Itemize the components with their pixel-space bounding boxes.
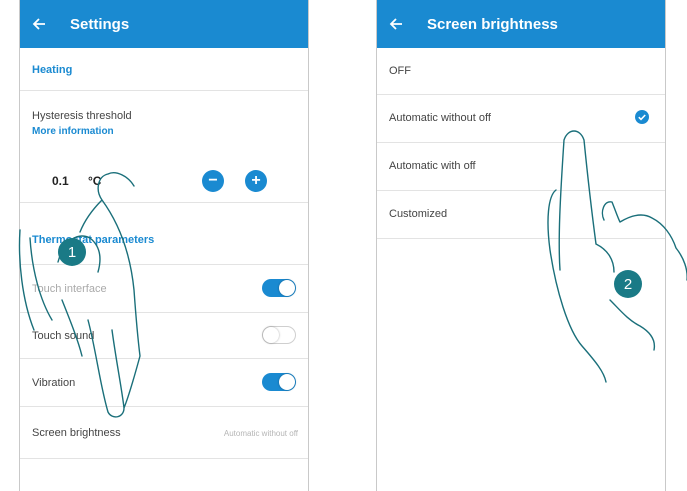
right-hand-icon [547,130,687,383]
step-badge-1: 1 [58,238,86,266]
step-badge-2: 2 [614,270,642,298]
hand-illustrations [18,130,687,418]
left-hand-icon [18,172,141,418]
